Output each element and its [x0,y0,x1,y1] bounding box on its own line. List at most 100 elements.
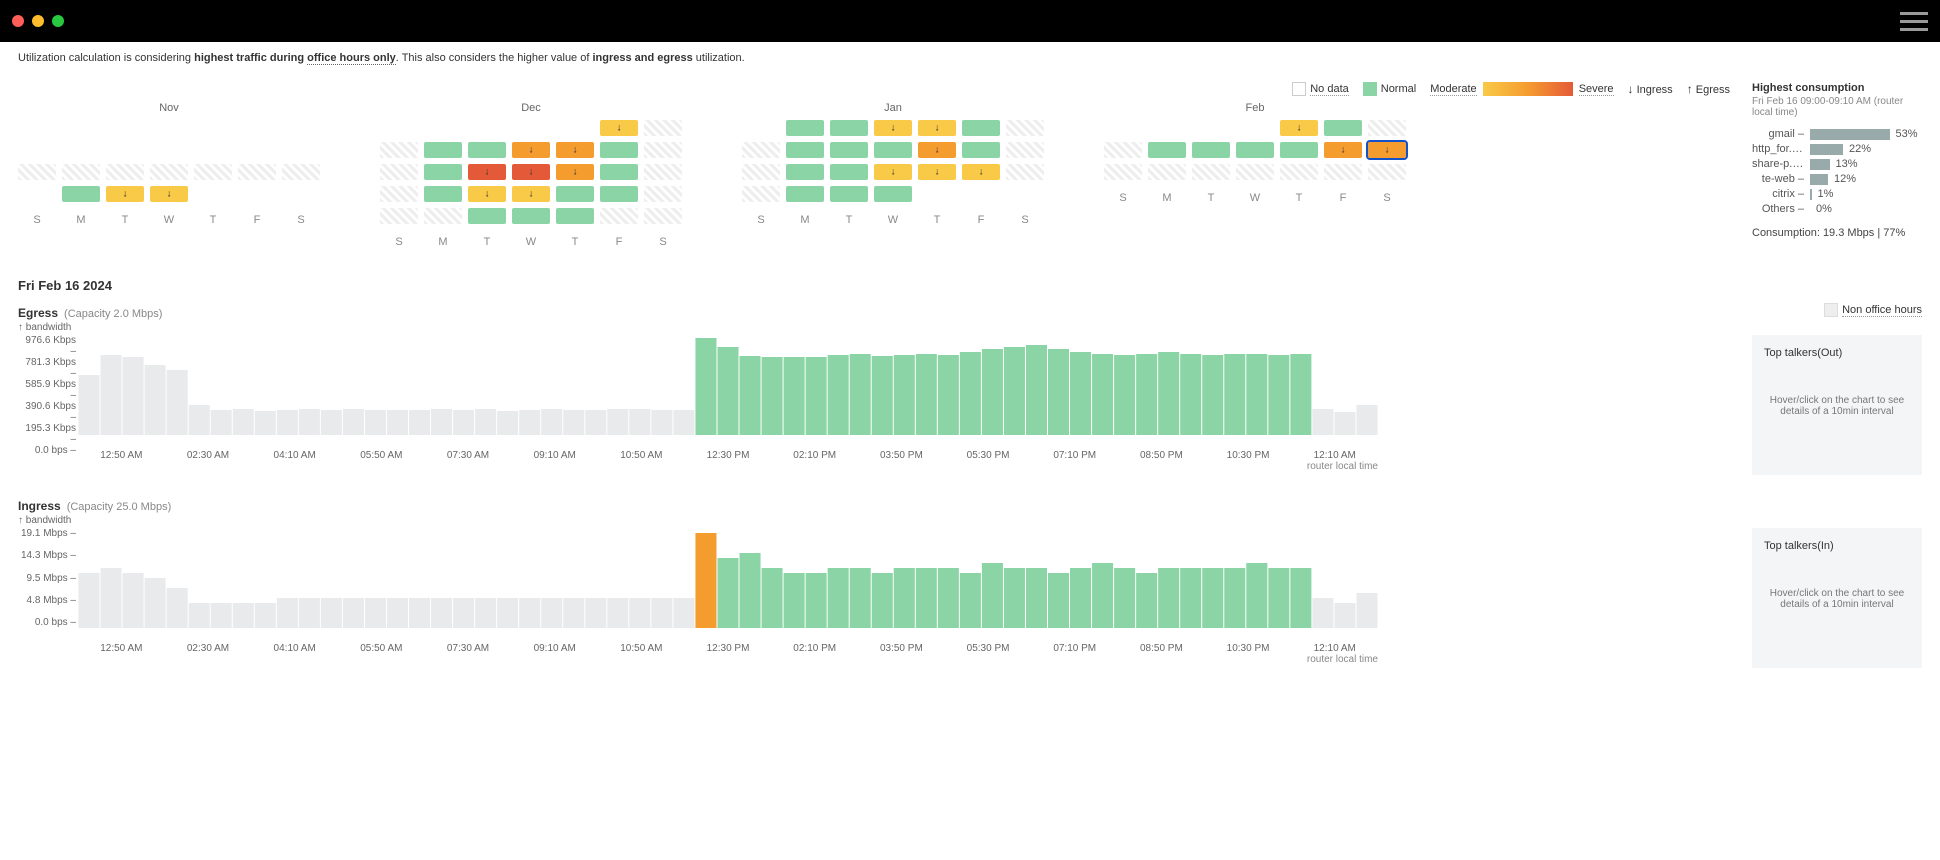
hc-item: citrix –1% [1752,188,1922,200]
calendar-day-cell [282,186,320,202]
x-tick: 02:10 PM [771,643,858,654]
dow-label: M [424,236,462,248]
chart-capacity: (Capacity 25.0 Mbps) [67,501,172,513]
calendar-day-cell[interactable] [600,186,638,202]
arrow-down-icon: ↓ [1297,123,1302,134]
calendar-day-cell [238,164,276,180]
calendar-day-cell[interactable]: ↓ [150,186,188,202]
calendar-day-cell [380,120,418,136]
calendar-day-cell[interactable]: ↓ [556,164,594,180]
calendar-day-cell[interactable] [874,186,912,202]
dow-label: F [238,214,276,226]
x-tick: 12:30 PM [685,643,772,654]
minimize-icon[interactable] [32,15,44,27]
calendar-day-cell[interactable] [424,164,462,180]
calendar-day-cell[interactable] [786,120,824,136]
calendar-day-cell[interactable]: ↓ [918,164,956,180]
calendar-day-cell[interactable]: ↓ [512,142,550,158]
calendar-day-cell [1192,164,1230,180]
x-tick: 04:10 AM [251,450,338,461]
y-tick: 781.3 Kbps – [18,357,76,379]
calendar-day-cell[interactable]: ↓ [1368,142,1406,158]
calendar-day-cell[interactable] [556,208,594,224]
hc-subtitle: Fri Feb 16 09:00-09:10 AM (router local … [1752,96,1922,118]
calendar-day-cell[interactable]: ↓ [600,120,638,136]
calendar-day-cell[interactable]: ↓ [918,120,956,136]
dow-label: T [106,214,144,226]
calendar-day-cell[interactable]: ↓ [874,120,912,136]
menu-icon[interactable] [1900,12,1928,31]
hc-item: share-p... –13% [1752,158,1922,170]
arrow-down-icon: ↓ [935,167,940,178]
calendar-day-cell[interactable]: ↓ [468,186,506,202]
calendar-day-cell[interactable] [468,142,506,158]
calendar-day-cell[interactable]: ↓ [1280,120,1318,136]
dow-label: T [194,214,232,226]
x-tick: 05:30 PM [945,643,1032,654]
calendar-day-cell[interactable] [1324,120,1362,136]
calendar-day-cell[interactable]: ↓ [918,142,956,158]
calendar-day-cell[interactable] [1280,142,1318,158]
calendar-day-cell [644,120,682,136]
bar-chart[interactable] [78,335,1378,445]
bar-chart[interactable] [78,528,1378,638]
calendar-day-cell[interactable] [830,142,868,158]
calendar-day-cell[interactable]: ↓ [962,164,1000,180]
calendar-day-cell[interactable] [62,186,100,202]
calendar-day-cell[interactable]: ↓ [556,142,594,158]
x-tick: 03:50 PM [858,450,945,461]
calendar-day-cell[interactable] [874,142,912,158]
calendar-day-cell [194,186,232,202]
calendar-day-cell[interactable]: ↓ [1324,142,1362,158]
calendar-day-cell[interactable]: ↓ [468,164,506,180]
legend-severe: Severe [1579,83,1614,96]
calendar-day-cell[interactable] [962,142,1000,158]
calendar-day-cell[interactable] [468,208,506,224]
calendar-heatmap[interactable]: Nov↓↓SMTWTFSDec↓↓↓↓↓↓↓↓SMTWTFSJan↓↓↓↓↓↓S… [18,102,1730,248]
calendar-day-cell [644,186,682,202]
calendar-day-cell[interactable] [830,120,868,136]
calendar-day-cell[interactable]: ↓ [106,186,144,202]
x-tick: 12:10 AM [1291,450,1378,461]
month-label: Feb [1104,102,1406,114]
calendar-day-cell[interactable] [1236,142,1274,158]
calendar-day-cell [1368,120,1406,136]
calendar-day-cell [1236,164,1274,180]
maximize-icon[interactable] [52,15,64,27]
calendar-day-cell [62,120,100,136]
x-tick: 02:10 PM [771,450,858,461]
x-tick: 02:30 AM [165,450,252,461]
x-tick: 08:50 PM [1118,450,1205,461]
close-icon[interactable] [12,15,24,27]
calendar-day-cell[interactable] [786,186,824,202]
hc-title: Highest consumption [1752,82,1922,94]
dow-label: T [556,236,594,248]
calendar-day-cell [600,208,638,224]
dow-label: S [380,236,418,248]
calendar-day-cell [556,120,594,136]
calendar-day-cell[interactable] [600,164,638,180]
calendar-day-cell[interactable] [1148,142,1186,158]
calendar-day-cell[interactable] [600,142,638,158]
calendar-day-cell[interactable]: ↓ [512,186,550,202]
calendar-day-cell[interactable] [786,164,824,180]
talker-title: Top talkers(In) [1764,540,1910,552]
x-tick: 03:50 PM [858,643,945,654]
calendar-day-cell [380,208,418,224]
calendar-day-cell[interactable] [556,186,594,202]
x-tick: 09:10 AM [511,450,598,461]
legend-normal: Normal [1381,83,1416,95]
calendar-day-cell[interactable] [962,120,1000,136]
calendar-day-cell[interactable] [830,164,868,180]
calendar-day-cell [644,164,682,180]
calendar-day-cell[interactable] [512,208,550,224]
calendar-day-cell[interactable]: ↓ [512,164,550,180]
calendar-day-cell [742,120,780,136]
calendar-day-cell[interactable] [830,186,868,202]
calendar-day-cell[interactable] [1192,142,1230,158]
calendar-day-cell[interactable] [424,186,462,202]
calendar-day-cell [106,120,144,136]
calendar-day-cell[interactable] [786,142,824,158]
calendar-day-cell[interactable] [424,142,462,158]
calendar-day-cell[interactable]: ↓ [874,164,912,180]
